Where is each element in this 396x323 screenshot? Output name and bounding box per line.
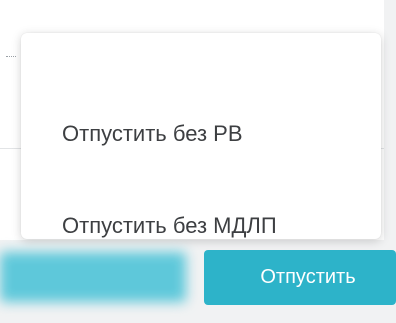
blurred-button[interactable] <box>0 252 186 302</box>
background-field-edge <box>6 56 16 59</box>
dispense-button[interactable]: Отпустить <box>204 250 396 305</box>
dropdown-menu: Отпустить без РВ Отпустить без МДЛП <box>21 33 381 239</box>
menu-item-dispense-without-rv[interactable]: Отпустить без РВ <box>21 114 381 154</box>
menu-item-dispense-without-mdlp[interactable]: Отпустить без МДЛП <box>21 206 381 246</box>
